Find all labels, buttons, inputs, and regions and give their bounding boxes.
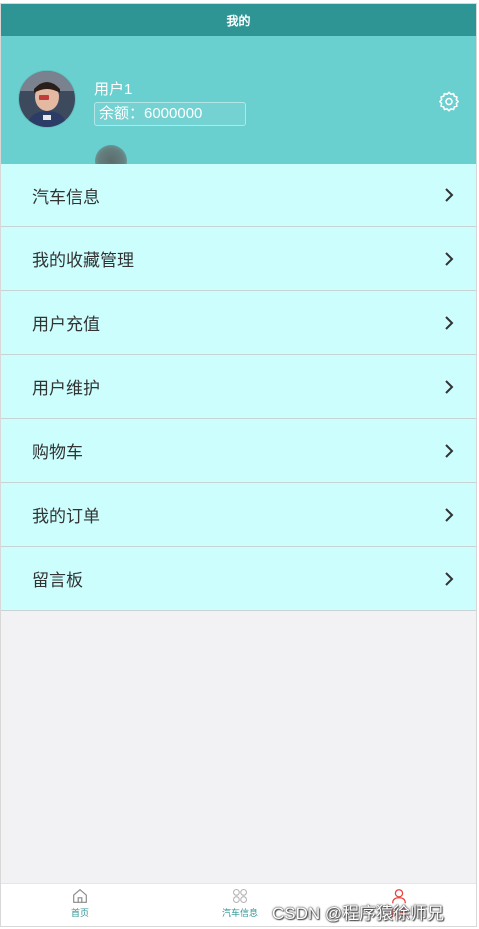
menu-item-cart[interactable]: 购物车 — [1, 419, 476, 483]
tab-car-info[interactable]: 汽车信息 — [200, 887, 280, 919]
tab-label: 汽车信息 — [221, 908, 258, 918]
menu-item-label: 我的收藏管理 — [32, 251, 134, 270]
menu-item-message-board[interactable]: 留言板 — [1, 547, 476, 611]
menu-item-user-maintenance[interactable]: 用户维护 — [1, 355, 476, 419]
menu-item-label: 我的订单 — [32, 507, 100, 526]
tab-label: 首页 — [70, 908, 89, 918]
menu-item-favorites[interactable]: 我的收藏管理 — [1, 227, 476, 291]
menu-item-car-info[interactable]: 汽车信息 — [1, 164, 476, 227]
menu-item-label: 汽车信息 — [32, 187, 100, 207]
balance-badge: 余额：6000000 — [94, 102, 246, 126]
menu-item-label: 用户维护 — [32, 379, 100, 398]
avatar-photo — [19, 71, 75, 127]
title-bar: 我的 — [1, 4, 476, 36]
menu-item-label: 用户充值 — [32, 315, 100, 334]
menu-item-orders[interactable]: 我的订单 — [1, 483, 476, 547]
chevron-right-icon — [445, 507, 454, 522]
chevron-right-icon — [445, 443, 454, 458]
menu-list: 汽车信息 我的收藏管理 用户充值 用户维护 购物车 我的订单 留言板 — [1, 164, 476, 611]
avatar[interactable] — [19, 71, 75, 127]
chevron-right-icon — [445, 379, 454, 394]
chevron-right-icon — [445, 251, 454, 266]
page-title: 我的 — [226, 13, 251, 28]
grid-icon — [232, 888, 248, 904]
menu-item-label: 留言板 — [32, 571, 83, 590]
app-frame: 我的 用户1 余额：6000000 汽车信息 我的收藏管理 用户充值 用户维护 … — [0, 3, 477, 927]
profile-header: 用户1 余额：6000000 — [1, 36, 476, 164]
bottom-tab-bar: 首页 汽车信息 我的 — [1, 883, 476, 926]
home-icon — [73, 888, 87, 903]
chevron-right-icon — [445, 315, 454, 330]
gear-icon[interactable] — [438, 90, 460, 112]
tab-home[interactable]: 首页 — [40, 887, 120, 919]
chevron-right-icon — [445, 571, 454, 586]
tab-label: 我的 — [389, 908, 408, 918]
menu-item-recharge[interactable]: 用户充值 — [1, 291, 476, 355]
user-icon — [392, 889, 406, 904]
tab-mine[interactable]: 我的 — [359, 887, 439, 919]
username: 用户1 — [94, 81, 133, 98]
menu-item-label: 购物车 — [32, 443, 83, 462]
chevron-right-icon — [445, 188, 454, 202]
